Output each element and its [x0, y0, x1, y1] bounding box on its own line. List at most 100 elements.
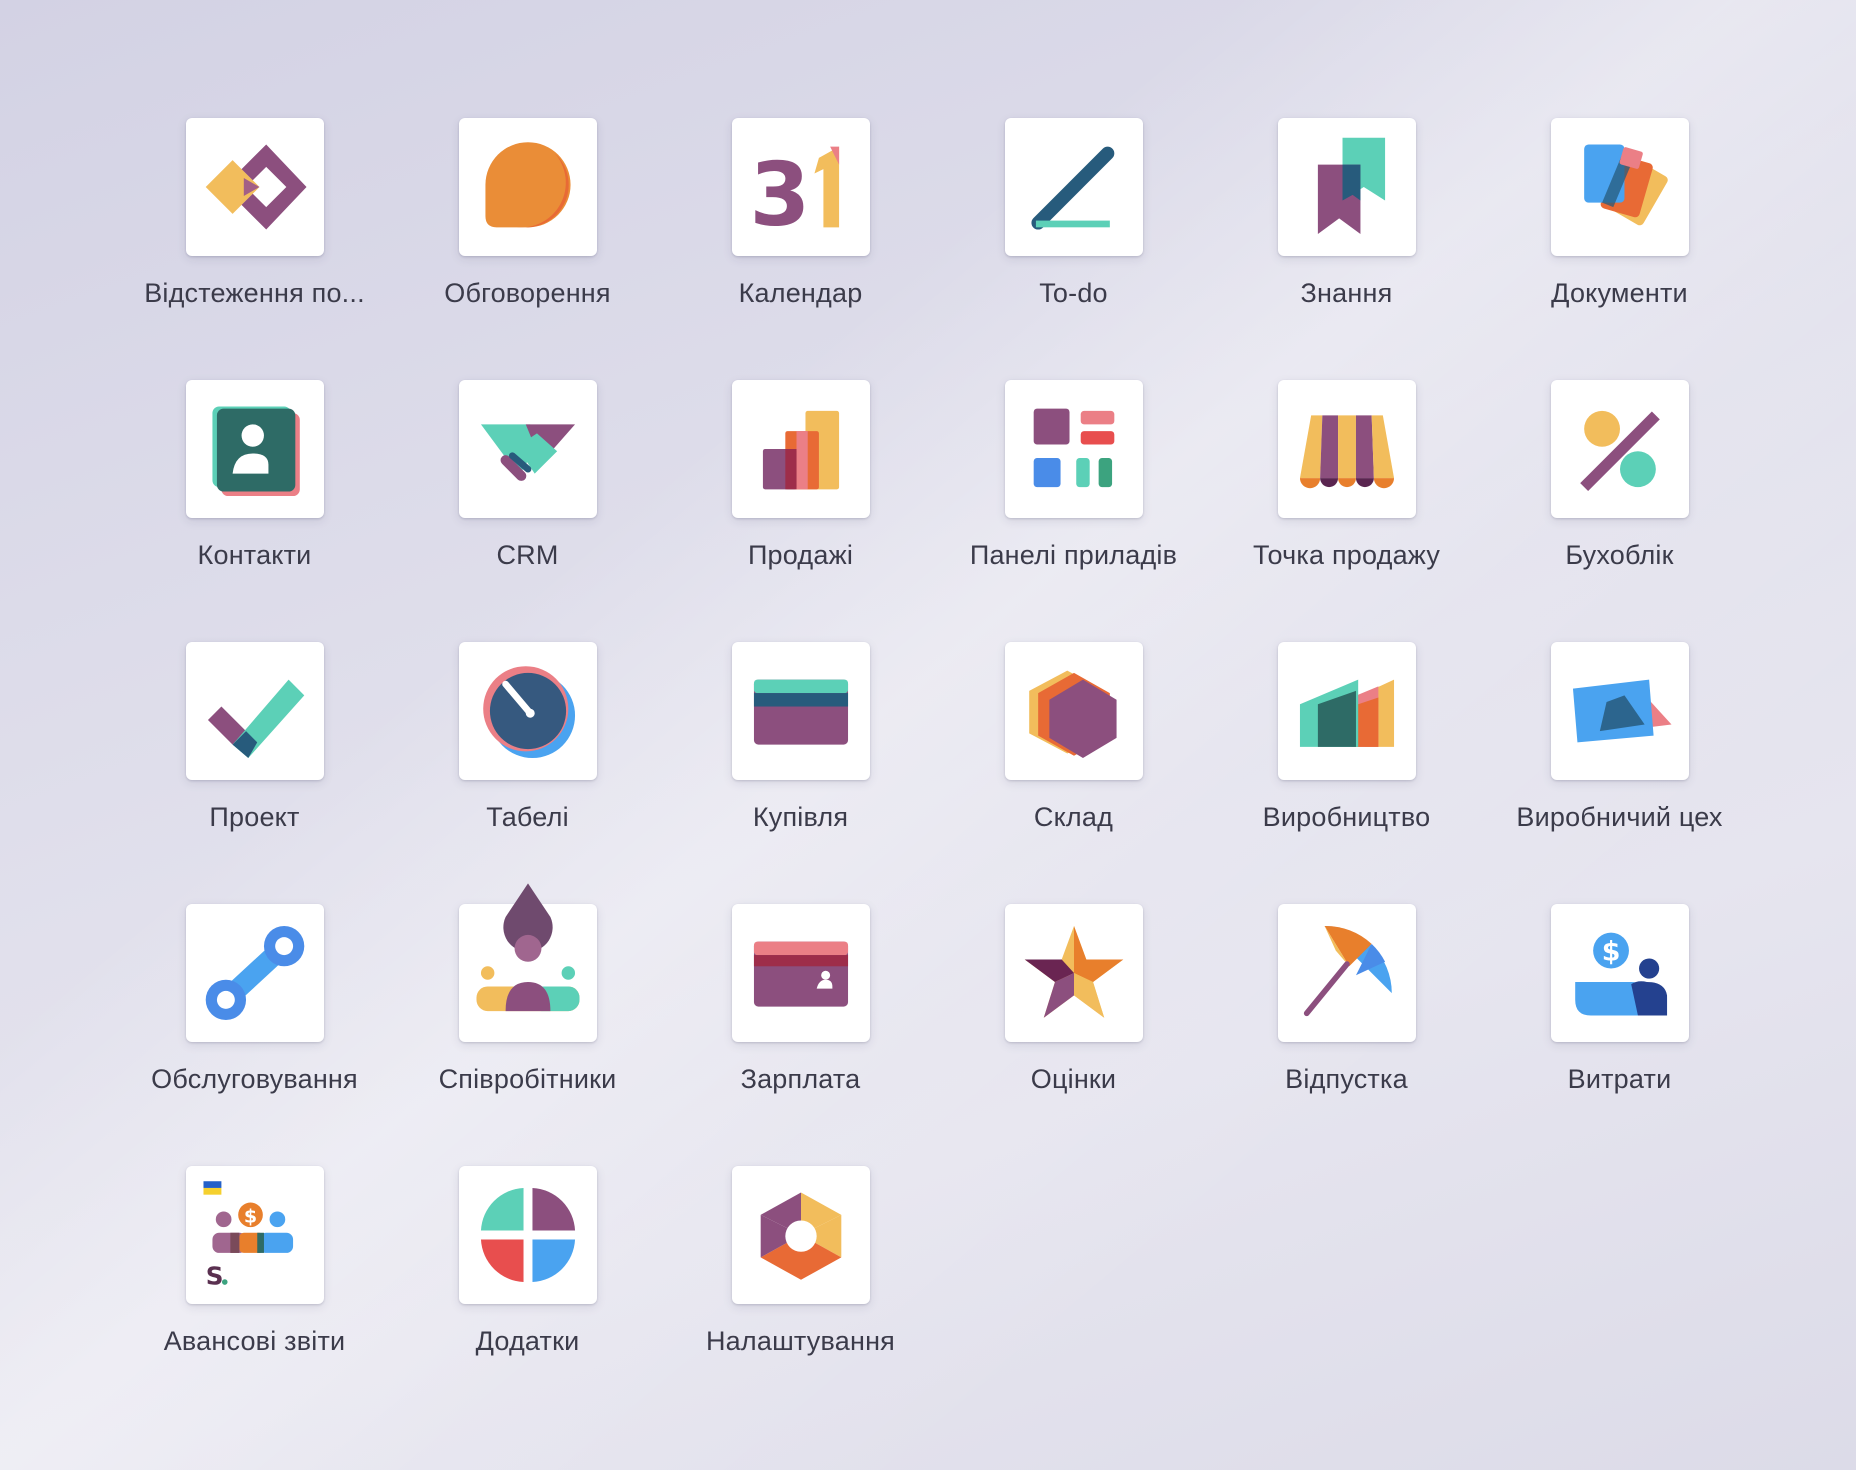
app-tile[interactable] [1550, 380, 1689, 518]
app-label: Обговорення [444, 278, 611, 308]
app-tile[interactable] [1277, 118, 1416, 256]
svg-text:$: $ [1601, 937, 1620, 968]
app-tile[interactable] [731, 904, 870, 1042]
app-label: Оцінки [1030, 1064, 1117, 1094]
app-label: Бухоблік [1565, 540, 1674, 570]
app-label: Точка продажу [1252, 540, 1441, 570]
app-tile[interactable] [1004, 118, 1143, 256]
timesheets-icon [482, 666, 575, 759]
app-employees[interactable]: Співробітники [391, 883, 664, 1166]
app-point-of-sale[interactable]: Точка продажу [1210, 380, 1483, 642]
advance-reports-icon: $ S [202, 1181, 293, 1290]
discuss-icon [484, 142, 571, 228]
app-payroll[interactable]: Зарплата [664, 904, 937, 1166]
app-purchase[interactable]: Купівля [664, 642, 937, 904]
app-helpdesk[interactable]: Відстеження по... [118, 118, 391, 380]
app-label: Знання [1300, 278, 1393, 308]
app-tile[interactable] [458, 1166, 597, 1304]
app-tile[interactable] [185, 380, 324, 518]
app-tile[interactable]: $ S [185, 1166, 324, 1304]
app-documents[interactable]: Документи [1483, 118, 1756, 380]
apps-icon [480, 1187, 575, 1283]
app-tile[interactable] [185, 642, 324, 780]
shop-floor-icon [1572, 679, 1672, 743]
app-tile[interactable] [1550, 118, 1689, 256]
app-calendar[interactable]: 3 Календар [664, 118, 937, 380]
app-label: Співробітники [438, 1064, 617, 1094]
app-shop-floor[interactable]: Виробничий цех [1483, 642, 1756, 904]
app-knowledge[interactable]: Знання [1210, 118, 1483, 380]
app-label: To-do [1039, 278, 1108, 308]
app-todo[interactable]: To-do [937, 118, 1210, 380]
dashboards-icon [1033, 408, 1114, 488]
app-tile[interactable] [1277, 380, 1416, 518]
app-settings[interactable]: Налаштування [664, 1166, 937, 1428]
settings-icon [760, 1192, 841, 1280]
point-of-sale-icon [1299, 415, 1394, 489]
app-expenses[interactable]: $ Витрати [1483, 904, 1756, 1166]
app-label: Відпустка [1285, 1064, 1408, 1094]
app-dashboards[interactable]: Панелі приладів [937, 380, 1210, 642]
app-timesheets[interactable]: Табелі [391, 642, 664, 904]
helpdesk-icon [205, 144, 307, 230]
inventory-icon [1028, 670, 1117, 759]
app-label: Проект [209, 802, 300, 832]
app-label: Табелі [486, 802, 569, 832]
app-tile[interactable] [731, 642, 870, 780]
app-sales[interactable]: Продажі [664, 380, 937, 642]
app-manufacturing[interactable]: Виробництво [1210, 642, 1483, 904]
calendar-icon: 3 [749, 144, 839, 246]
app-label: Склад [1033, 802, 1114, 832]
app-inventory[interactable]: Склад [937, 642, 1210, 904]
app-tile[interactable] [731, 1166, 870, 1304]
app-label: Витрати [1567, 1064, 1672, 1094]
app-tile[interactable] [1004, 642, 1143, 780]
app-accounting[interactable]: Бухоблік [1483, 380, 1756, 642]
app-time-off[interactable]: Відпустка [1210, 904, 1483, 1166]
app-label: Календар [738, 278, 863, 308]
app-advance-reports[interactable]: $ S Авансові звіти [118, 1166, 391, 1428]
app-tile[interactable] [458, 642, 597, 780]
app-grid: Відстеження по... Обговорення 3 Календар [118, 118, 1738, 1428]
app-tile[interactable]: 3 [731, 118, 870, 256]
app-label: Авансові звіти [163, 1326, 346, 1356]
app-tile[interactable] [458, 118, 597, 256]
app-crm[interactable]: CRM [391, 380, 664, 642]
maintenance-icon [205, 925, 304, 1021]
time-off-icon [1303, 925, 1392, 1017]
purchase-icon [753, 679, 848, 745]
app-apps[interactable]: Додатки [391, 1166, 664, 1428]
payroll-icon [753, 941, 848, 1007]
app-tile[interactable] [1004, 380, 1143, 518]
app-maintenance[interactable]: Обслуговування [118, 904, 391, 1166]
app-label: Купівля [752, 802, 849, 832]
app-contacts[interactable]: Контакти [118, 380, 391, 642]
app-tile[interactable] [1277, 642, 1416, 780]
app-tile[interactable] [731, 380, 870, 518]
app-label: Продажі [747, 540, 854, 570]
app-tile[interactable] [458, 380, 597, 518]
app-tile[interactable] [1004, 904, 1143, 1042]
app-label: Панелі приладів [969, 540, 1178, 570]
app-label: Контакти [197, 540, 312, 570]
app-tile[interactable] [185, 118, 324, 256]
app-tile[interactable] [1550, 642, 1689, 780]
project-icon [207, 679, 304, 759]
app-tile[interactable]: $ [1550, 904, 1689, 1042]
documents-icon [1583, 144, 1668, 226]
manufacturing-icon [1299, 679, 1394, 747]
app-discuss[interactable]: Обговорення [391, 118, 664, 380]
expenses-icon: $ [1574, 932, 1667, 1016]
app-label: Відстеження по... [144, 278, 365, 308]
app-label: Документи [1551, 278, 1688, 308]
app-tile[interactable] [185, 904, 324, 1042]
app-tile[interactable] [1277, 904, 1416, 1042]
app-label: Обслуговування [151, 1064, 358, 1094]
app-appraisals[interactable]: Оцінки [937, 904, 1210, 1166]
app-label: Додатки [475, 1326, 580, 1356]
app-project[interactable]: Проект [118, 642, 391, 904]
app-tile[interactable] [458, 883, 597, 1042]
svg-text:$: $ [243, 1206, 256, 1228]
appraisals-icon [1024, 925, 1123, 1018]
app-label: Виробництво [1262, 802, 1431, 832]
